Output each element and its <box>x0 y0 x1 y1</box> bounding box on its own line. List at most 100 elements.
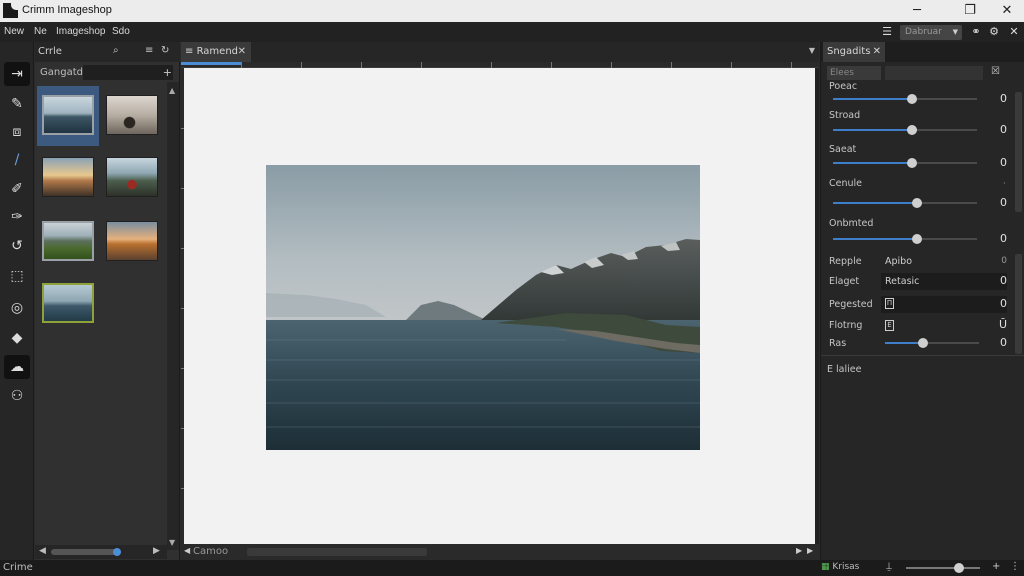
slider-2[interactable] <box>833 158 977 168</box>
slider-value[interactable]: 0 <box>983 122 1007 138</box>
move-tool-icon[interactable]: ⇥ <box>4 62 30 86</box>
eyedropper-tool-icon[interactable]: ✑ <box>4 205 30 229</box>
add-icon[interactable]: + <box>163 66 172 79</box>
thumbnail-horizontal-scrollbar[interactable]: ◀ ▶ <box>35 545 167 559</box>
scroll-up-icon[interactable]: ▲ <box>169 86 175 95</box>
chevron-down-icon: ▼ <box>952 28 958 36</box>
image-canvas[interactable] <box>184 68 819 544</box>
menu-imageshop[interactable]: Imageshop <box>56 26 105 37</box>
fit-icon[interactable]: ⍊ <box>886 561 892 572</box>
thumbnail-sunset-road[interactable] <box>37 148 99 208</box>
scroll-thumb[interactable] <box>113 548 121 556</box>
scroll-right-icon[interactable]: ▶ <box>153 546 160 556</box>
thumbnail-vertical-scrollbar[interactable]: ▲ ▼ <box>167 82 179 550</box>
scroll-down-icon[interactable]: ▼ <box>169 538 175 547</box>
slider-0[interactable] <box>833 94 977 104</box>
scroll-thumb[interactable] <box>247 548 427 556</box>
slider-3[interactable] <box>833 198 977 208</box>
field-icon[interactable]: Π <box>885 298 894 309</box>
slider-1[interactable] <box>833 125 977 135</box>
slider-knob[interactable] <box>912 234 922 244</box>
mode-select[interactable]: Dabruar ▼ <box>900 25 962 40</box>
slider-4[interactable] <box>833 234 977 244</box>
close-panel-icon[interactable]: ✕ <box>1007 25 1021 39</box>
filter-input[interactable] <box>83 65 173 80</box>
gear-icon[interactable]: ⚙ <box>987 25 1001 39</box>
thumbnail-image <box>42 157 94 197</box>
slider-fill <box>833 162 912 164</box>
menu-new[interactable]: New <box>4 26 24 37</box>
thumbnail-green-field-mountains[interactable] <box>37 212 99 272</box>
thumbnail-lake-shore[interactable] <box>37 274 99 334</box>
slider-value[interactable]: 0 <box>983 231 1007 247</box>
slider-fill <box>833 129 912 131</box>
slider-knob[interactable] <box>907 94 917 104</box>
slider-knob[interactable] <box>907 158 917 168</box>
document-horizontal-scrollbar[interactable]: ◀ Camoo ▶ ▶ <box>181 544 819 560</box>
link-icon[interactable]: ⚭ <box>969 25 983 39</box>
minimize-button[interactable]: ─ <box>902 2 932 20</box>
field-slider[interactable] <box>885 338 979 348</box>
scroll-left-icon[interactable]: ◀ <box>184 546 190 555</box>
slider-knob[interactable] <box>912 198 922 208</box>
cloud-tool-icon[interactable]: ☁ <box>4 355 30 379</box>
zoom-in-icon[interactable]: + <box>992 561 1000 572</box>
rotate-tool-icon[interactable]: ↺ <box>4 234 30 258</box>
brush-tool-icon[interactable]: / <box>4 148 30 172</box>
chevron-down-icon[interactable]: ▼ <box>809 46 815 55</box>
thumbnail-lake-horizon[interactable] <box>37 86 99 146</box>
slider-knob[interactable] <box>918 338 928 348</box>
search-icon[interactable]: ⌕ <box>113 45 119 56</box>
adjustments-scrollbar[interactable] <box>1015 64 1023 354</box>
scroll-thumb-lower[interactable] <box>1015 254 1022 354</box>
close-button[interactable]: ✕ <box>992 2 1022 20</box>
pencil-tool-icon[interactable]: ✐ <box>4 177 30 201</box>
menu-ne[interactable]: Ne <box>34 26 47 37</box>
slider-value[interactable]: 0 <box>983 91 1007 107</box>
more-icon[interactable]: ⋮ <box>1010 561 1020 572</box>
adjustments-tab[interactable]: Sngadits ✕ <box>823 42 885 62</box>
adjustments-search-input[interactable] <box>885 66 983 80</box>
adjustments-search-label[interactable]: Elees <box>827 66 881 80</box>
list-view-icon[interactable]: ≡ <box>145 45 153 56</box>
crop-tool-icon[interactable]: ⧈ <box>4 120 30 144</box>
status-bar: Crime ▦ Krisas ⍊ + ⋮ <box>0 560 1024 576</box>
lightbulb-tool-icon[interactable]: ◎ <box>4 296 30 320</box>
field-text[interactable]: Retasic <box>885 276 919 287</box>
field-icon[interactable]: Ë <box>885 320 894 331</box>
document-tab[interactable]: ≡ Ramend ✕ <box>181 42 251 62</box>
pen-tool-icon[interactable]: ✎ <box>4 92 30 116</box>
thumbnail-car-road-sepia[interactable] <box>101 86 163 146</box>
restore-button[interactable]: ❐ <box>955 2 985 20</box>
scroll-right-end-icon[interactable]: ▶ <box>807 546 813 555</box>
slider-value[interactable]: 0 <box>983 155 1007 171</box>
zoom-slider-knob[interactable] <box>954 563 964 573</box>
thumbnail-panel-tab[interactable]: Crrle <box>38 46 62 57</box>
hamburger-icon[interactable]: ☰ <box>880 25 894 39</box>
field-value[interactable]: Ū <box>983 317 1007 333</box>
stamp-tool-icon[interactable]: ⚇ <box>4 384 30 408</box>
thumbnail-red-car-road[interactable] <box>101 148 163 208</box>
thumbnail-sunset-hills[interactable] <box>101 212 163 272</box>
scroll-right-icon[interactable]: ▶ <box>796 546 802 555</box>
section-label[interactable]: E laliee <box>827 364 861 375</box>
slider-knob[interactable] <box>907 125 917 135</box>
menu-sdo[interactable]: Sdo <box>112 26 130 37</box>
field-value[interactable]: 0 <box>983 253 1007 269</box>
close-tab-icon[interactable]: ✕ <box>238 42 246 62</box>
sync-icon[interactable]: ↻ <box>161 45 169 56</box>
transform-tool-icon[interactable]: ⬚ <box>4 264 30 288</box>
field-value[interactable]: 0 <box>983 273 1007 289</box>
scroll-thumb[interactable] <box>1015 92 1022 212</box>
field-value[interactable]: 0 <box>983 335 1007 351</box>
zoom-slider-track[interactable] <box>906 567 980 569</box>
scroll-track[interactable] <box>51 549 121 555</box>
close-tab-icon[interactable]: ✕ <box>873 42 881 62</box>
scroll-left-icon[interactable]: ◀ <box>39 546 46 556</box>
edit-icon[interactable]: ☒ <box>991 66 1000 77</box>
slider-value[interactable]: 0 <box>983 195 1007 211</box>
ruler-selection <box>181 62 241 65</box>
field-text[interactable]: Apibo <box>885 256 912 267</box>
field-value[interactable]: 0 <box>983 296 1007 312</box>
eye-tool-icon[interactable]: ◆ <box>4 326 30 350</box>
